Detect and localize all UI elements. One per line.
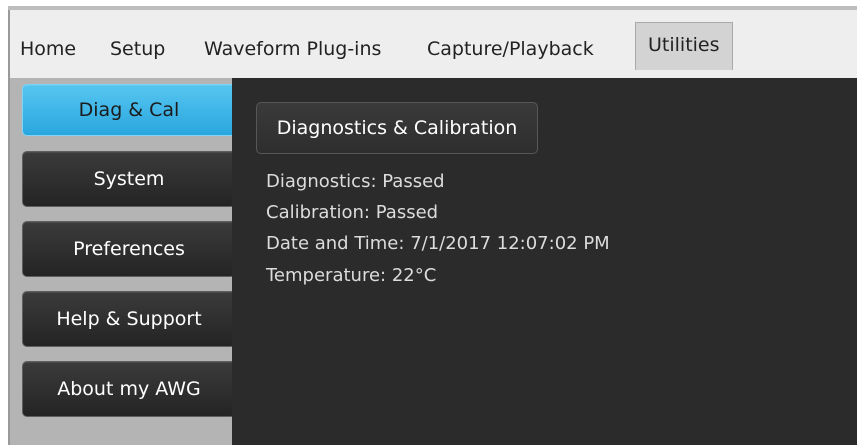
diagnostics-calibration-button[interactable]: Diagnostics & Calibration [256, 102, 538, 154]
tab-waveform-plugins[interactable]: Waveform Plug-ins [204, 22, 381, 68]
sidebar-item-diag-cal[interactable]: Diag & Cal [22, 84, 236, 136]
status-diagnostics: Diagnostics: Passed [266, 170, 445, 194]
status-label: Temperature: [266, 265, 387, 286]
status-label: Date and Time: [266, 233, 405, 254]
sidebar-item-about[interactable]: About my AWG [22, 361, 236, 417]
tab-capture-playback[interactable]: Capture/Playback [427, 22, 594, 68]
sidebar: Diag & Cal System Preferences Help & Sup… [10, 78, 236, 445]
status-value: 7/1/2017 12:07:02 PM [410, 233, 610, 254]
tab-setup[interactable]: Setup [110, 22, 165, 68]
menu-bar: Home Setup Waveform Plug-ins Capture/Pla… [8, 10, 857, 86]
status-value: 22°C [391, 265, 437, 286]
app-window: Home Setup Waveform Plug-ins Capture/Pla… [0, 0, 857, 445]
status-label: Diagnostics: [266, 171, 377, 192]
status-date-time: Date and Time: 7/1/2017 12:07:02 PM [266, 232, 610, 256]
tab-home[interactable]: Home [20, 22, 76, 68]
status-calibration: Calibration: Passed [266, 201, 438, 225]
sidebar-item-preferences[interactable]: Preferences [22, 221, 236, 277]
sidebar-item-help-support[interactable]: Help & Support [22, 291, 236, 347]
status-value: Passed [382, 171, 445, 192]
status-value: Passed [375, 202, 439, 223]
tab-utilities[interactable]: Utilities [635, 22, 733, 70]
main-panel: Diagnostics & Calibration Diagnostics: P… [232, 78, 857, 445]
sidebar-item-system[interactable]: System [22, 151, 236, 207]
status-label: Calibration: [266, 202, 371, 223]
status-temperature: Temperature: 22°C [266, 264, 436, 288]
